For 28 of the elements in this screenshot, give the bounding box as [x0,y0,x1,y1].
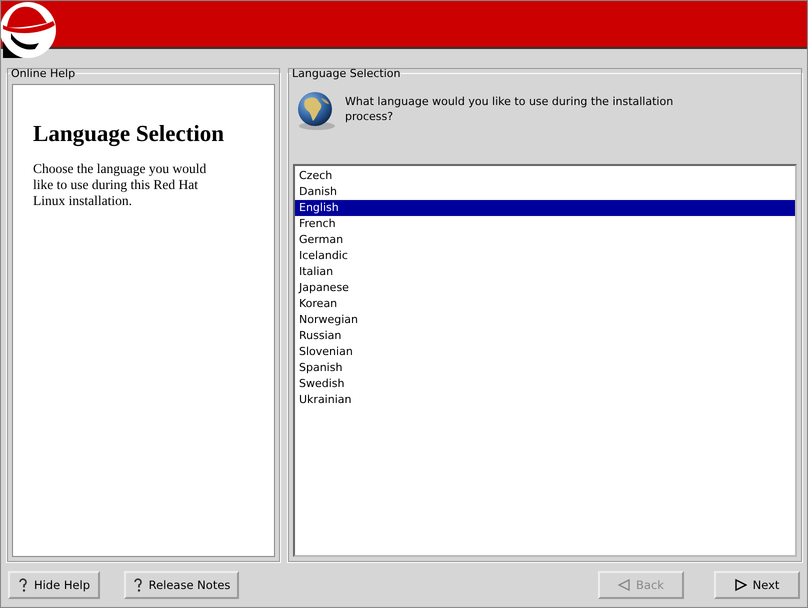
language-item[interactable]: Japanese [295,280,795,296]
left-triangle-icon [618,579,630,591]
help-title: Language Selection [33,121,226,147]
help-text: Choose the language you would like to use during this Red Hat Linux installation. [33,161,208,209]
globe-icon [295,90,337,132]
language-item[interactable]: Korean [295,296,795,312]
language-item[interactable]: Russian [295,328,795,344]
language-item[interactable]: Norwegian [295,312,795,328]
language-item[interactable]: French [295,216,795,232]
panel-legend: Online Help [10,67,76,80]
language-item[interactable]: Slovenian [295,344,795,360]
panel-legend: Language Selection [291,67,402,80]
language-item[interactable]: German [295,232,795,248]
right-triangle-icon [734,579,747,591]
language-item[interactable]: Icelandic [295,248,795,264]
language-item[interactable]: Czech [295,168,795,184]
language-item[interactable]: Spanish [295,360,795,376]
language-item[interactable]: English [295,200,795,216]
dialog-button[interactable]: Release Notes [124,571,239,599]
language-item[interactable]: Ukrainian [295,392,795,408]
help-icon [132,578,143,592]
language-item[interactable]: Swedish [295,376,795,392]
help-icon [18,578,28,592]
dialog-button[interactable]: Next [714,571,800,599]
language-item[interactable]: Danish [295,184,795,200]
language-item[interactable]: Italian [295,264,795,280]
question-text: What language would you like to use during the installation process? [345,94,674,124]
dialog-button[interactable]: Hide Help [8,571,100,599]
